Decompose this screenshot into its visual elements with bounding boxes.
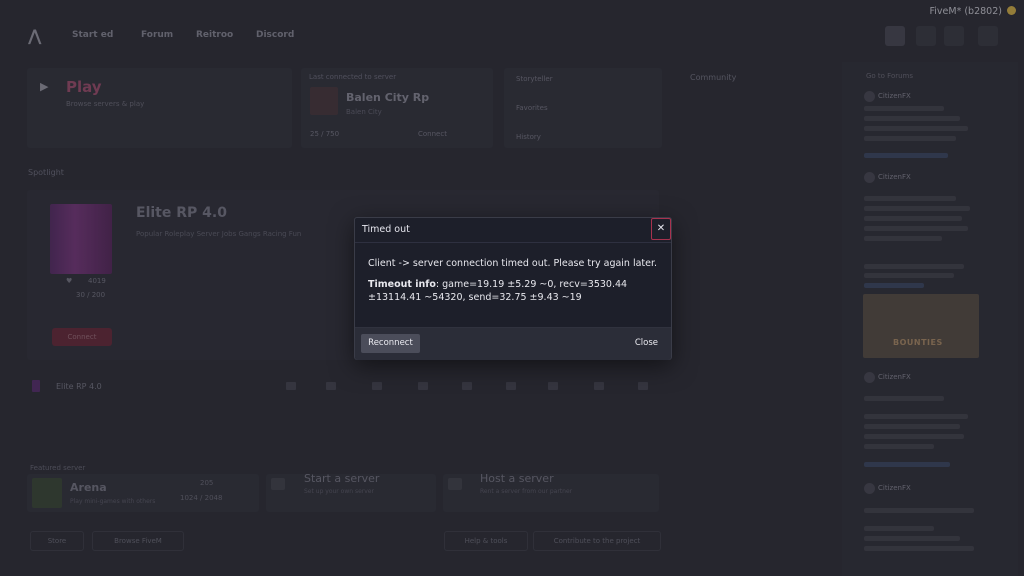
timeout-dialog: Timed out ✕ Client -> server connection …: [354, 217, 672, 360]
timeout-info: Timeout info: game=19.19 ±5.29 ~0, recv=…: [368, 278, 660, 304]
dialog-header: Timed out ✕: [355, 218, 671, 243]
timeout-info-label: Timeout info: [368, 279, 436, 290]
close-button[interactable]: Close: [635, 334, 658, 353]
dialog-title: Timed out: [362, 224, 410, 235]
dialog-message: Client -> server connection timed out. P…: [368, 258, 658, 269]
dialog-footer: Reconnect Close: [355, 327, 671, 360]
reconnect-button[interactable]: Reconnect: [361, 334, 420, 353]
close-icon[interactable]: ✕: [651, 218, 671, 240]
dialog-body: Client -> server connection timed out. P…: [368, 257, 660, 304]
